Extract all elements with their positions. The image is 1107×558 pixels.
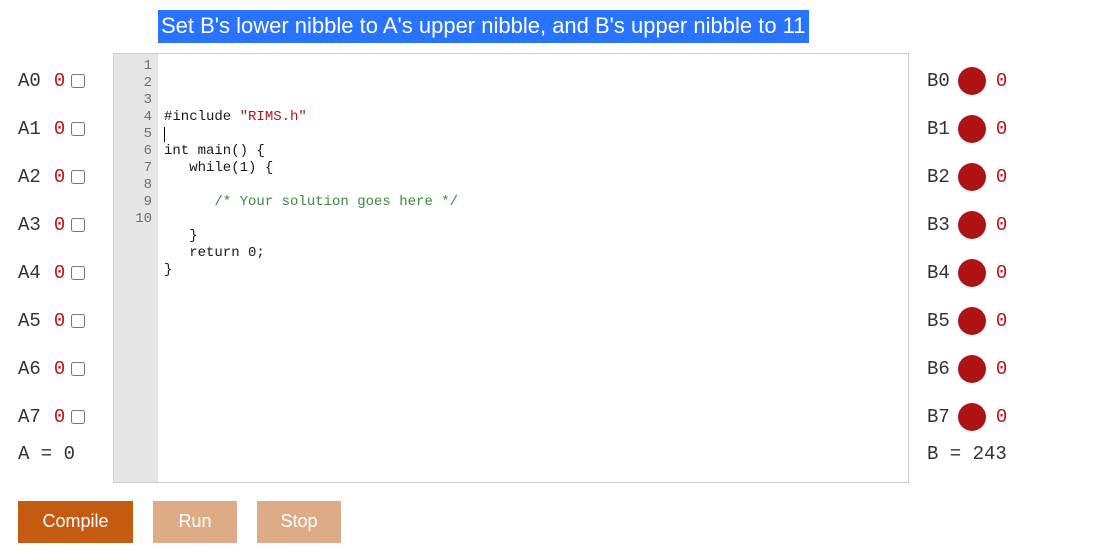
- input-checkbox-a3[interactable]: [71, 218, 85, 232]
- input-row-a0: A0 0: [18, 57, 113, 105]
- code-line[interactable]: while(1) {: [164, 160, 902, 177]
- input-value: 0: [54, 70, 65, 92]
- line-number: 10: [114, 211, 152, 228]
- line-number: 8: [114, 177, 152, 194]
- output-value: 0: [996, 166, 1007, 188]
- input-checkbox-a7[interactable]: [71, 410, 85, 424]
- input-value: 0: [54, 406, 65, 428]
- output-label: B2: [927, 166, 950, 188]
- output-total: B = 243: [927, 443, 1089, 465]
- output-label: B3: [927, 214, 950, 236]
- led-indicator: [958, 67, 986, 95]
- text-caret: [164, 127, 165, 142]
- input-checkbox-a0[interactable]: [71, 74, 85, 88]
- line-gutter: 12345678910: [114, 54, 158, 482]
- line-number: 3: [114, 92, 152, 109]
- input-label: A4: [18, 262, 41, 284]
- led-indicator: [958, 259, 986, 287]
- output-value: 0: [996, 214, 1007, 236]
- code-editor[interactable]: 12345678910 #include "RIMS.h" int main() …: [113, 53, 909, 483]
- output-value: 0: [996, 358, 1007, 380]
- inputs-column: A0 0 A1 0 A2 0 A3 0 A4 0 A5 0 A6 0 A7 0 A = 0: [18, 53, 113, 483]
- output-label: B0: [927, 70, 950, 92]
- input-label: A3: [18, 214, 41, 236]
- output-row-b0: B0 0: [927, 57, 1089, 105]
- title-bar: Set B's lower nibble to A's upper nibble…: [158, 10, 1089, 43]
- input-row-a3: A3 0: [18, 201, 113, 249]
- output-row-b4: B4 0: [927, 249, 1089, 297]
- led-indicator: [958, 355, 986, 383]
- code-line[interactable]: /* Your solution goes here */: [164, 194, 902, 211]
- run-button[interactable]: Run: [153, 501, 237, 543]
- line-number: 6: [114, 143, 152, 160]
- output-value: 0: [996, 118, 1007, 140]
- input-value: 0: [54, 214, 65, 236]
- compile-button[interactable]: Compile: [18, 501, 133, 543]
- output-label: B1: [927, 118, 950, 140]
- input-row-a7: A7 0: [18, 393, 113, 441]
- led-indicator: [958, 211, 986, 239]
- input-label: A7: [18, 406, 41, 428]
- input-total: A = 0: [18, 443, 113, 465]
- button-row: Compile Run Stop: [18, 501, 1089, 543]
- input-checkbox-a1[interactable]: [71, 122, 85, 136]
- output-label: B7: [927, 406, 950, 428]
- input-checkbox-a6[interactable]: [71, 362, 85, 376]
- input-label: A2: [18, 166, 41, 188]
- output-row-b7: B7 0: [927, 393, 1089, 441]
- input-row-a4: A4 0: [18, 249, 113, 297]
- input-row-a5: A5 0: [18, 297, 113, 345]
- code-line[interactable]: [164, 211, 902, 228]
- input-checkbox-a5[interactable]: [71, 314, 85, 328]
- output-value: 0: [996, 310, 1007, 332]
- led-indicator: [958, 115, 986, 143]
- input-row-a2: A2 0: [18, 153, 113, 201]
- line-number: 4: [114, 109, 152, 126]
- input-checkbox-a2[interactable]: [71, 170, 85, 184]
- code-line[interactable]: }: [164, 262, 902, 279]
- led-indicator: [958, 163, 986, 191]
- output-row-b1: B1 0: [927, 105, 1089, 153]
- input-row-a1: A1 0: [18, 105, 113, 153]
- output-label: B4: [927, 262, 950, 284]
- input-value: 0: [54, 358, 65, 380]
- input-value: 0: [54, 118, 65, 140]
- line-number: 5: [114, 126, 152, 143]
- main-row: A0 0 A1 0 A2 0 A3 0 A4 0 A5 0 A6 0 A7 0 A = 0 123456789…: [18, 53, 1089, 483]
- code-line[interactable]: return 0;: [164, 245, 902, 262]
- input-value: 0: [54, 310, 65, 332]
- led-indicator: [958, 307, 986, 335]
- output-label: B6: [927, 358, 950, 380]
- line-number: 7: [114, 160, 152, 177]
- code-line[interactable]: [164, 177, 902, 194]
- code-area[interactable]: #include "RIMS.h" int main() { while(1) {…: [158, 54, 908, 482]
- code-line[interactable]: int main() {: [164, 143, 902, 160]
- line-number: 9: [114, 194, 152, 211]
- output-label: B5: [927, 310, 950, 332]
- code-line[interactable]: [164, 126, 902, 143]
- input-label: A1: [18, 118, 41, 140]
- output-row-b2: B2 0: [927, 153, 1089, 201]
- code-line[interactable]: #include "RIMS.h": [164, 109, 902, 126]
- problem-title: Set B's lower nibble to A's upper nibble…: [158, 10, 809, 43]
- output-row-b3: B3 0: [927, 201, 1089, 249]
- input-value: 0: [54, 262, 65, 284]
- input-label: A5: [18, 310, 41, 332]
- line-number: 1: [114, 58, 152, 75]
- line-number: 2: [114, 75, 152, 92]
- output-value: 0: [996, 406, 1007, 428]
- output-row-b5: B5 0: [927, 297, 1089, 345]
- input-label: A6: [18, 358, 41, 380]
- input-value: 0: [54, 166, 65, 188]
- stop-button[interactable]: Stop: [257, 501, 341, 543]
- output-row-b6: B6 0: [927, 345, 1089, 393]
- code-line[interactable]: }: [164, 228, 902, 245]
- input-checkbox-a4[interactable]: [71, 266, 85, 280]
- input-row-a6: A6 0: [18, 345, 113, 393]
- led-indicator: [958, 403, 986, 431]
- input-label: A0: [18, 70, 41, 92]
- output-value: 0: [996, 262, 1007, 284]
- output-value: 0: [996, 70, 1007, 92]
- outputs-column: B0 0 B1 0 B2 0 B3 0 B4 0 B5 0 B6 0 B7 0 B = 243: [919, 53, 1089, 483]
